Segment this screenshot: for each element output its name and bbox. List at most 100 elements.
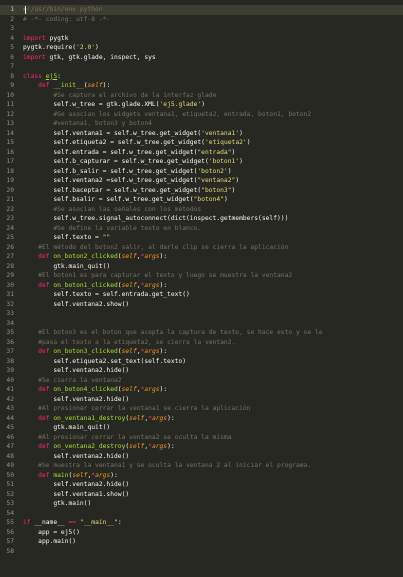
code-text: def on_ventana1_destroy(self,*args): xyxy=(23,414,175,424)
code-line[interactable]: 38 self.etiqueta2.set_text(self.texto) xyxy=(0,357,403,367)
code-token: gtk.main() xyxy=(23,500,92,507)
code-line[interactable]: 56 app = ej5() xyxy=(0,528,403,538)
line-number: 58 xyxy=(6,547,14,555)
code-line[interactable]: 16 self.entrada = self.w_tree.get_widget… xyxy=(0,148,403,158)
code-line[interactable]: 5 pygtk.require('2.0') xyxy=(0,43,403,53)
code-line[interactable]: 57 app.main() xyxy=(0,537,403,547)
code-token: on_ventana1_destroy xyxy=(53,414,126,422)
code-line[interactable]: 55 if __name__ == "__main__": xyxy=(0,518,403,528)
code-line[interactable]: 33 xyxy=(0,309,403,319)
code-token: self.ventana2.hide() xyxy=(23,481,130,488)
code-line[interactable]: 24 #Se define la variable texto en blanc… xyxy=(0,224,403,234)
code-line[interactable]: 31 self.texto = self.entrada.get_text() xyxy=(0,290,403,300)
line-number: 43 xyxy=(6,405,14,412)
code-line[interactable]: 3 xyxy=(0,24,403,34)
code-editor[interactable]: 1 #!/usr/bin/env python 2 # -*- coding: utf… xyxy=(0,0,403,577)
code-line[interactable]: 9 def __init__(self): xyxy=(0,81,403,91)
code-line[interactable]: 22 #Se asocian las señales con los métod… xyxy=(0,205,403,215)
code-line[interactable]: 8 class ej5: xyxy=(0,72,403,82)
line-number: 1 xyxy=(10,6,14,13)
code-line[interactable]: 35 #El boton3 es el boton que acepta la … xyxy=(0,328,403,338)
code-line[interactable]: 20 self.baceptar = self.w_tree.get_widge… xyxy=(0,186,403,196)
code-text: self.ventana2.hide() xyxy=(23,480,129,490)
code-line[interactable]: 58 xyxy=(0,547,403,557)
code-token: def xyxy=(38,253,50,260)
code-token: ): xyxy=(110,471,118,479)
code-token: ) xyxy=(246,139,251,146)
code-text: #Se cierra la ventana2 xyxy=(23,376,121,386)
code-token: __name__ xyxy=(30,519,69,526)
code-line[interactable]: 1 #!/usr/bin/env python xyxy=(0,5,403,15)
code-line[interactable]: 52 self.ventana1.show() xyxy=(0,490,403,500)
code-line[interactable]: 34 xyxy=(0,319,403,329)
line-number: 35 xyxy=(6,329,14,336)
code-line[interactable]: 43 #Al presionar cerrar la ventana1 se c… xyxy=(0,404,403,414)
code-line[interactable]: 12 #Se asocian los widgets ventana1, eti… xyxy=(0,110,403,120)
code-line[interactable]: 18 self.b_salir = self.w_tree.get_widget… xyxy=(0,167,403,177)
code-line[interactable]: 23 self.w_tree.signal_autoconnect(dict(i… xyxy=(0,214,403,224)
code-token: self.ventana2.hide() xyxy=(23,452,130,460)
code-line[interactable]: 6 import gtk, gtk.glade, inspect, sys xyxy=(0,53,403,63)
code-token: ) xyxy=(95,44,99,51)
code-token: on_boton3_clicked xyxy=(53,348,118,355)
code-token: self.etiqueta2 = self.w_tree.get_widget( xyxy=(23,139,205,146)
code-token: self xyxy=(121,348,137,355)
code-line[interactable]: 44 def on_ventana1_destroy(self,*args): xyxy=(0,414,403,424)
code-line[interactable]: 25 self.texto = "" xyxy=(0,233,403,243)
code-line[interactable]: 4 import pygtk xyxy=(0,34,403,44)
code-line[interactable]: 51 self.ventana2.hide() xyxy=(0,480,403,490)
code-line[interactable]: 47 def on_ventana2_destroy(self,*args): xyxy=(0,442,403,452)
code-line[interactable]: 32 self.ventana2.show() xyxy=(0,300,403,310)
code-line[interactable]: 30 def on_boton1_clicked(self,*args): xyxy=(0,281,403,291)
line-number: 23 xyxy=(6,215,14,222)
code-line[interactable]: 54 xyxy=(0,509,403,519)
code-token: self xyxy=(129,414,145,422)
code-line[interactable]: 14 self.ventana1 = self.w_tree.get_widge… xyxy=(0,129,403,139)
code-area[interactable]: 1 #!/usr/bin/env python 2 # -*- coding: utf… xyxy=(0,5,403,556)
line-number: 53 xyxy=(6,500,14,507)
code-line[interactable]: 36 #pasa el texto a la etiqueta2, se cie… xyxy=(0,338,403,348)
code-line[interactable]: 7 xyxy=(0,62,403,72)
line-number: 44 xyxy=(6,414,14,422)
code-token: self.ventana2 =self.w_tree.get_widget( xyxy=(23,177,198,184)
code-line[interactable]: 53 gtk.main() xyxy=(0,499,403,509)
code-token: "boton3" xyxy=(201,186,232,194)
code-line[interactable]: 40 #Se cierra la ventana2 xyxy=(0,376,403,386)
code-line[interactable]: 41 def on_boton4_clicked(self,*args): xyxy=(0,385,403,395)
code-line[interactable]: 15 self.etiqueta2 = self.w_tree.get_widg… xyxy=(0,138,403,148)
code-token: == xyxy=(68,519,77,526)
code-text: self.ventana2 =self.w_tree.get_widget("v… xyxy=(23,176,239,186)
code-line[interactable]: 27 def on_boton2_clicked(self,*args): xyxy=(0,252,403,262)
code-line[interactable]: 2 # -*- coding: utf-8 -*- xyxy=(0,15,403,25)
code-line[interactable]: 26 #El método del boton2 salir, al darle… xyxy=(0,243,403,253)
code-line[interactable]: 42 self.ventana2.hide() xyxy=(0,395,403,405)
code-token: ): xyxy=(159,348,168,355)
code-token: #Se muestra la ventana1 y se oculta la v… xyxy=(38,462,312,469)
line-number: 16 xyxy=(6,148,14,156)
code-text: self.ventana1.show() xyxy=(23,490,129,500)
code-line[interactable]: 46 #Al presionar cerrar la ventana2 se o… xyxy=(0,433,403,443)
code-text: #Se asocian los widgets ventana1, etique… xyxy=(23,110,311,120)
line-number: 52 xyxy=(6,490,14,498)
code-line[interactable]: 10 #Se captura el archivo de la interfaz… xyxy=(0,91,403,101)
line-number: 7 xyxy=(10,63,14,70)
code-line[interactable]: 21 self.bsalir = self.w_tree.get_widget(… xyxy=(0,195,403,205)
code-line[interactable]: 13 #ventana1, boton3 y boton4 xyxy=(0,119,403,129)
fold-gutter xyxy=(18,509,23,519)
code-line[interactable]: 49 #Se muestra la ventana1 y se oculta l… xyxy=(0,461,403,471)
code-line[interactable]: 19 self.ventana2 =self.w_tree.get_widget… xyxy=(0,176,403,186)
code-line[interactable]: 50 def main(self,*args): xyxy=(0,471,403,481)
line-number: 26 xyxy=(6,243,14,251)
code-token: def xyxy=(38,386,50,393)
code-line[interactable]: 39 self.ventana2.hide() xyxy=(0,366,403,376)
code-token: ) xyxy=(227,167,232,175)
code-line[interactable]: 29 #El boton1 es para capturar el texto … xyxy=(0,271,403,281)
code-line[interactable]: 45 gtk.main_quit() xyxy=(0,423,403,433)
code-line[interactable]: 17 self.b_capturar = self.w_tree.get_wid… xyxy=(0,157,403,167)
code-line[interactable]: 28 gtk.main_quit() xyxy=(0,262,403,272)
code-line[interactable]: 11 self.w_tree = gtk.glade.XML('ej5.glad… xyxy=(0,100,403,110)
code-token: ) xyxy=(223,196,228,203)
code-line[interactable]: 37 def on_boton3_clicked(self,*args): xyxy=(0,347,403,357)
code-line[interactable]: 48 self.ventana2.hide() xyxy=(0,452,403,462)
